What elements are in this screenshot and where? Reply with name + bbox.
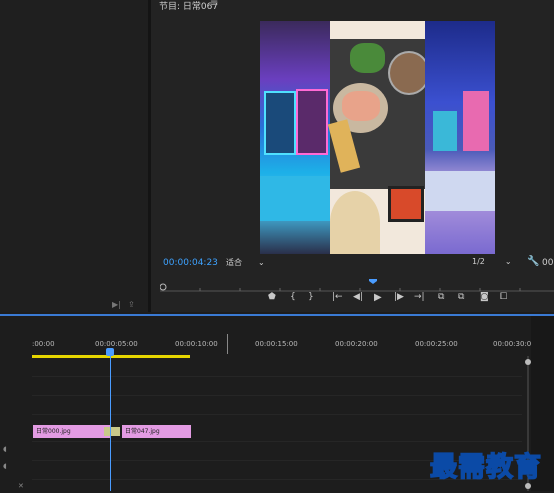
add-marker-icon[interactable]: ⬟ [268,292,276,302]
play-icon[interactable]: ▶ [374,292,382,303]
ruler-label: :00:00 [32,340,55,348]
project-panel [0,0,148,312]
monitor-scrub-bar[interactable] [160,279,554,293]
ruler-label: 00:00:20:00 [335,340,378,348]
transport-controls: ⬟ { } |← ◀| ▶ |▶ →| ⧉ ⧉ ◙ ⧠ [260,292,554,308]
zoom-fit-value: 适合 [226,258,242,267]
food-image-center [327,21,430,254]
audio-track-icon[interactable]: ◖ [3,462,7,470]
step-forward-icon[interactable]: |▶ [394,292,404,302]
watermark-logo: 最需教育 [429,451,542,484]
go-to-in-icon[interactable]: |← [332,292,343,302]
ruler-label: 00:00:15:00 [255,340,298,348]
in-point-marker [160,283,167,291]
ruler-marker [227,334,228,354]
extract-icon[interactable]: ⧉ [458,292,464,302]
transition-marker[interactable] [104,427,120,436]
step-back-icon[interactable]: ◀| [353,292,363,302]
mark-out-icon[interactable]: } [308,292,314,302]
arcade-image-left [260,21,330,254]
wrench-icon[interactable]: 🔧 [527,256,539,267]
playhead-handle[interactable] [106,348,114,356]
timeline-playhead[interactable] [110,350,111,491]
video-track-2[interactable] [32,377,522,396]
go-to-out-icon[interactable]: →| [414,292,425,302]
video-track-3[interactable] [32,358,522,377]
chevron-down-icon: ⌄ [258,258,265,267]
duration-timecode: 00: [542,258,554,268]
compare-view-icon[interactable]: ⧠ [500,292,507,302]
video-track-1[interactable] [32,396,522,415]
arcade-image-right [425,21,495,254]
ruler-label: 00:00:25:00 [415,340,458,348]
resolution-select[interactable]: 1/2 ⌄ [472,257,518,269]
ruler-label: 00:00:30:0 [493,340,532,348]
ruler-label: 00:00:10:00 [175,340,218,348]
resolution-value: 1/2 [472,257,485,266]
zoom-fit-select[interactable]: 适合 ⌄ [226,257,270,269]
clip-label: 日常047.jpg [125,428,160,435]
clip-label: 日常000.jpg [36,428,71,435]
mark-in-icon[interactable]: { [290,292,296,302]
video-preview [260,21,495,254]
export-frame-icon[interactable]: ⇪ [128,300,135,309]
ruler-label: 00:00:05:00 [95,340,138,348]
playhead-timecode[interactable]: 00:00:04:23 [163,258,218,268]
monitor-playhead [369,279,377,284]
lift-icon[interactable]: ⧉ [438,292,444,302]
audio-track-icon[interactable]: ◖ [3,445,7,453]
timeline-clip[interactable]: 日常047.jpg [122,425,191,438]
step-forward-icon[interactable]: ▶| [112,300,121,309]
chevron-down-icon: ⌄ [504,257,512,266]
hamburger-icon[interactable]: ≡ [210,0,218,9]
timeline-clip[interactable]: 日常000.jpg [33,425,111,438]
collapse-icon[interactable]: ✕ [18,482,24,490]
camera-icon[interactable]: ◙ [480,292,489,302]
